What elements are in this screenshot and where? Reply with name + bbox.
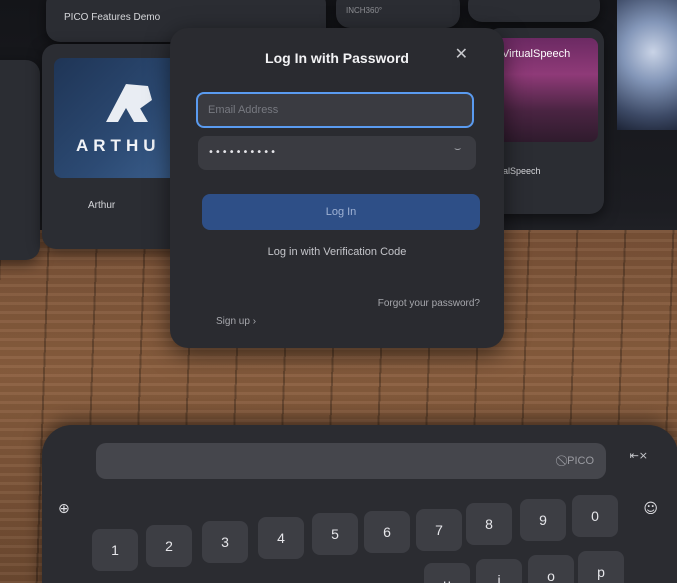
virtualspeech-wordmark: VirtualSpeech <box>502 48 571 60</box>
key-4[interactable]: 4 <box>258 517 304 559</box>
left-edge-card[interactable] <box>0 60 40 260</box>
virtualspeech-label: ualSpeech <box>498 166 541 176</box>
key-2[interactable]: 2 <box>146 525 192 567</box>
key-5[interactable]: 5 <box>312 513 358 555</box>
sign-up-link[interactable]: Sign up › <box>216 316 256 327</box>
key-3[interactable]: 3 <box>202 521 248 563</box>
key-6[interactable]: 6 <box>364 511 410 553</box>
top-right-card[interactable] <box>468 0 600 22</box>
login-dialog: Log In with Password ✕ •••••••••• ⌣ Log … <box>170 28 504 348</box>
arthur-logo-icon <box>106 84 152 122</box>
login-button[interactable]: Log In <box>202 194 480 230</box>
password-field[interactable]: •••••••••• <box>198 136 476 170</box>
key-u[interactable]: u <box>424 563 470 583</box>
inch360-card[interactable]: INCH360° <box>336 0 460 28</box>
key-o[interactable]: o <box>528 555 574 583</box>
show-password-icon[interactable]: ⌣ <box>454 142 461 156</box>
arthur-label: Arthur <box>88 200 116 211</box>
key-i[interactable]: i <box>476 559 522 583</box>
key-0[interactable]: 0 <box>572 495 618 537</box>
globe-icon[interactable]: ⊕ <box>58 501 70 517</box>
clear-icon[interactable]: ⇤× <box>630 449 648 462</box>
virtual-keyboard: ⃠ PICO ⇤× ⊕ ☺ 1 2 3 4 5 6 7 8 9 0 u i o … <box>42 425 677 583</box>
space-window <box>617 0 677 130</box>
arthur-thumbnail: ARTHU <box>54 58 180 178</box>
key-9[interactable]: 9 <box>520 499 566 541</box>
email-field[interactable] <box>196 92 474 128</box>
keyboard-text-field[interactable] <box>96 443 606 479</box>
key-p[interactable]: p <box>578 551 624 583</box>
features-demo-label: PICO Features Demo <box>64 12 161 23</box>
verification-code-link[interactable]: Log in with Verification Code <box>170 246 504 258</box>
forgot-password-link[interactable]: Forgot your password? <box>378 298 480 309</box>
key-7[interactable]: 7 <box>416 509 462 551</box>
pico-brand-label: ⃠ PICO <box>564 455 594 467</box>
key-8[interactable]: 8 <box>466 503 512 545</box>
arthur-wordmark: ARTHU <box>76 136 161 155</box>
inch360-label: INCH360° <box>346 6 383 15</box>
key-1[interactable]: 1 <box>92 529 138 571</box>
close-icon[interactable]: ✕ <box>455 44 468 63</box>
virtualspeech-thumbnail: VirtualSpeech <box>492 38 598 142</box>
password-mask: •••••••••• <box>208 147 277 158</box>
emoji-icon[interactable]: ☺ <box>643 501 658 517</box>
